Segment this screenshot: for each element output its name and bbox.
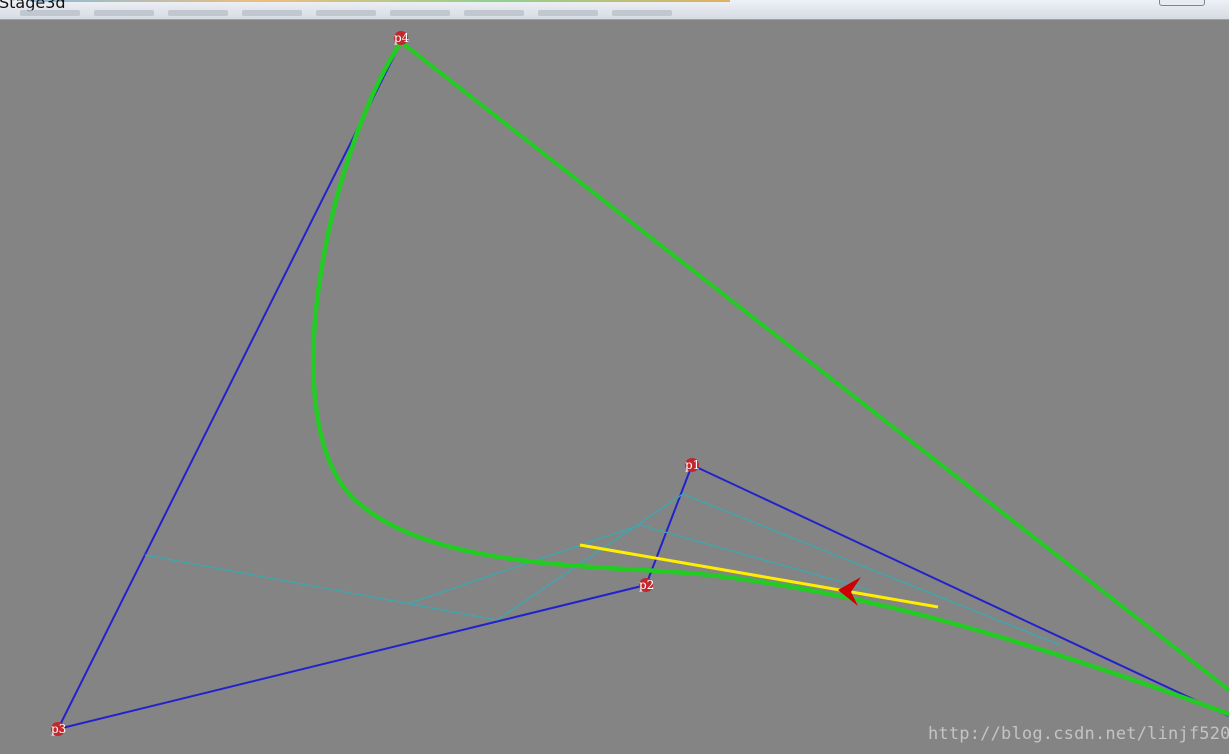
point-label: p3 [51,722,66,736]
taskbar-item[interactable] [168,10,228,16]
control-line-p1-end [691,464,1229,717]
taskbar-item[interactable] [20,10,80,16]
point-label: p2 [639,578,654,592]
control-line-p2-p1 [645,464,693,586]
taskbar-item[interactable] [242,10,302,16]
control-line-p3-p2 [57,584,647,730]
taskbar-item[interactable] [316,10,376,16]
construction-line [144,554,498,621]
construction-line [682,493,1061,646]
construction-line [409,524,641,604]
bezier-canvas[interactable]: p4 p1 p2 p3 [0,19,1229,754]
control-lines [57,41,1229,730]
control-line-p4-p3 [57,41,402,730]
taskbar-items [20,8,720,18]
point-p4[interactable]: p4 [394,31,410,45]
taskbar-color-strip [30,0,730,2]
point-p1[interactable]: p1 [685,458,700,472]
bezier-curve [311,39,1229,717]
watermark-text: http://blog.csdn.net/linjf520 [928,724,1229,744]
point-p2[interactable]: p2 [639,578,654,592]
point-label: p4 [394,31,410,45]
taskbar-item[interactable] [464,10,524,16]
point-p3[interactable]: p3 [51,722,66,736]
taskbar-item[interactable] [94,10,154,16]
taskbar-item[interactable] [538,10,598,16]
window-control-button[interactable] [1159,0,1205,6]
taskbar-item[interactable] [612,10,672,16]
taskbar-item[interactable] [390,10,450,16]
window-titlebar: Stage3d [0,0,1229,20]
point-label: p1 [685,458,700,472]
